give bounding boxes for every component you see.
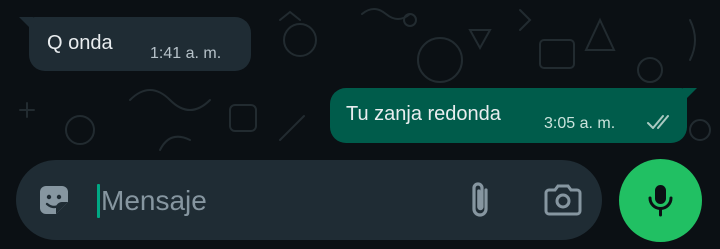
outgoing-message[interactable]: Tu zanja redonda 3:05 a. m. xyxy=(330,88,687,143)
camera-icon[interactable] xyxy=(542,180,584,220)
paperclip-icon[interactable] xyxy=(460,178,500,222)
message-input[interactable] xyxy=(101,180,431,222)
message-time: 1:41 a. m. xyxy=(150,45,222,62)
microphone-icon xyxy=(648,185,673,217)
message-time: 3:05 a. m. xyxy=(544,115,616,132)
incoming-message[interactable]: Q onda 1:41 a. m. xyxy=(29,17,251,71)
sticker-icon[interactable] xyxy=(34,180,74,220)
message-text: Q onda xyxy=(47,32,113,54)
double-check-icon xyxy=(647,115,669,129)
voice-message-button[interactable] xyxy=(619,159,702,242)
text-cursor xyxy=(97,184,100,218)
message-text: Tu zanja redonda xyxy=(346,103,501,125)
